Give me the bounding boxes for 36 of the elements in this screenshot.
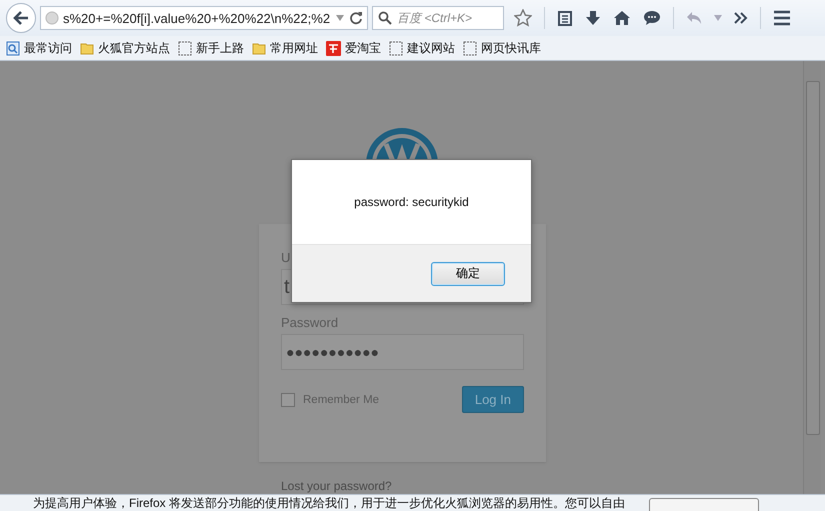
checkbox[interactable] [281,392,295,406]
ok-button[interactable]: 确定 [431,262,505,286]
search-field[interactable]: 百度 <Ctrl+K> [372,6,504,30]
password-field[interactable]: ●●●●●●●●●●● [281,334,524,370]
scrollbar[interactable] [803,61,821,494]
chevron-right-icon[interactable] [734,12,748,24]
back-button[interactable] [6,3,36,33]
bookmark-link[interactable]: 建议网站 [407,40,455,56]
home-icon[interactable] [613,10,631,26]
bookmark-link[interactable]: 网页快讯库 [481,40,541,56]
field-label: Password [281,315,340,330]
folder-icon [252,41,266,55]
bookmark-link[interactable]: 常用网址 [270,40,318,56]
bookmark-link[interactable]: 最常访问 [24,40,72,56]
notification-text: 为提高用户体验，Firefox 将发送部分功能的使用情况给我们，用于进一步优化火狐浏览器的易用性。您可以自由 [33,495,626,511]
dropdown-icon[interactable] [335,14,345,22]
folder-icon [80,41,94,55]
menu-icon[interactable] [773,10,791,26]
bookmark-link[interactable]: 新手上路 [196,40,244,56]
page-icon [178,40,192,56]
bookmark-page-icon [6,40,20,56]
page-icon [389,40,403,56]
reading-list-icon[interactable] [557,10,573,26]
field-label: U [281,250,292,265]
checkbox-label: Remember Me [303,394,380,406]
url-field[interactable]: s%20+=%20f[i].value%20+%20%22\n%22;%2 [40,6,368,30]
star-icon[interactable] [514,9,532,27]
back-arrow-icon [13,11,29,25]
bookmark-link[interactable]: 火狐官方站点 [98,40,170,56]
chat-bubble-icon[interactable] [643,10,661,26]
shop-logo-icon [326,40,341,56]
page-icon [463,40,477,56]
bookmark-link[interactable]: 爱淘宝 [345,40,381,56]
download-icon[interactable] [585,10,601,26]
dialog-message: password: securitykid [354,195,469,209]
reload-icon[interactable] [349,11,363,25]
